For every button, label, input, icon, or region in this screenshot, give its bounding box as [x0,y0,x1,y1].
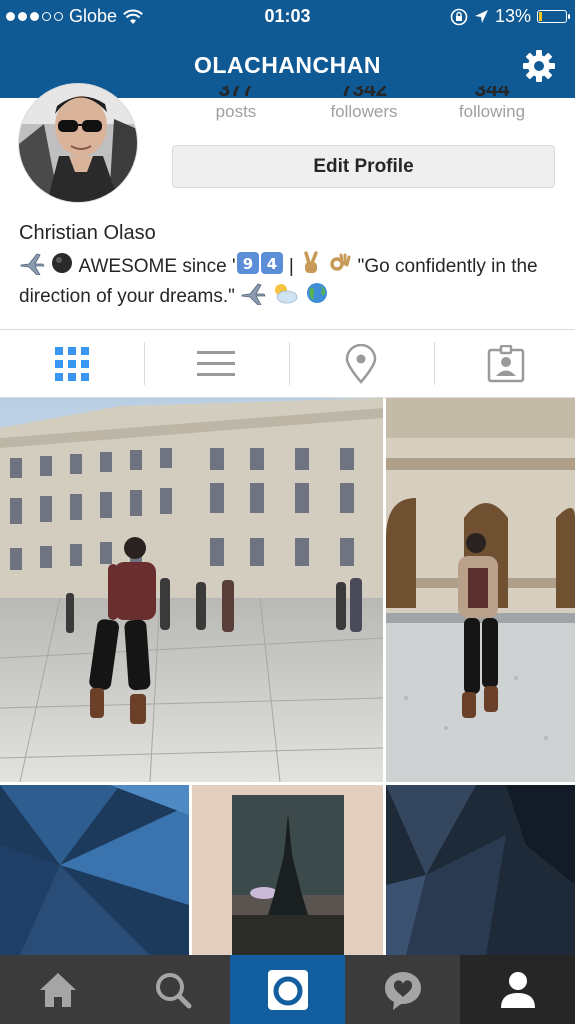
tab-tagged[interactable] [434,330,575,397]
bottom-tab-bar [0,955,575,1024]
posts-count: 377 [218,86,254,101]
followers-count: 7342 [340,86,388,101]
posts-label: posts [215,102,257,121]
tagged-photos-icon [487,344,525,382]
photo-eiffel-tower-image [192,785,383,955]
activity-heart-icon [384,971,421,1010]
list-icon [197,350,235,376]
photo-abstract-dark-image [386,785,575,955]
grid-photo-palace-doors[interactable] [386,398,575,782]
photo-abstract-blue-image [0,785,189,955]
page-title: OLACHANCHAN [194,52,381,78]
ok-hand-emoji-icon [330,253,351,271]
avatar-photo [19,84,137,202]
photo-grid [0,398,575,955]
search-icon [155,972,191,1008]
avatar[interactable] [18,83,138,203]
battery-percent: 13% [494,6,531,26]
keycap-nine-emoji-icon: 9 [236,252,259,274]
globe-emoji-icon [306,283,327,303]
sun-behind-cloud-emoji-icon [275,284,298,304]
tab-search[interactable] [115,955,230,1024]
profile-icon [500,971,535,1008]
battery-icon [537,10,570,23]
tab-activity[interactable] [345,955,460,1024]
profile-stats: 377 posts 7342 followers 344 following [172,86,556,132]
tab-profile[interactable] [460,955,575,1024]
view-tabs [0,330,575,397]
svg-text:9: 9 [242,255,252,273]
grid-photo-abstract-blue[interactable] [0,785,189,955]
followers-label: followers [330,102,398,121]
profile-bio: AWESOME since ' 9 4 | "Go confidently in t… [19,251,559,311]
status-bar: Globe 01:03 13% [0,0,575,32]
bio-separator: | [283,256,300,277]
black-circle-emoji-icon [52,253,73,273]
photo-palace-doors-image [386,398,575,782]
victory-hand-emoji-icon [304,251,318,273]
orientation-lock-icon [450,8,468,25]
following-count: 344 [474,86,510,101]
grid-photo-palace-jump[interactable] [0,398,383,782]
grid-photo-eiffel-tower[interactable] [192,785,383,955]
camera-icon [267,969,308,1010]
status-right: 13% [450,6,570,27]
airplane-emoji-icon [20,253,45,275]
tab-grid[interactable] [0,330,144,397]
tab-list[interactable] [144,330,288,397]
keycap-four-emoji-icon: 4 [260,252,283,274]
tab-camera[interactable] [230,955,345,1024]
grid-photo-abstract-dark[interactable] [386,785,575,955]
stat-posts[interactable]: 377 posts [172,86,300,122]
profile-name: Christian Olaso [19,222,156,244]
tab-home[interactable] [0,955,115,1024]
tab-map[interactable] [289,330,433,397]
location-pin-icon [345,343,377,384]
stat-following[interactable]: 344 following [428,86,556,122]
stat-followers[interactable]: 7342 followers [300,86,428,122]
photo-palace-jump-image [0,398,383,782]
bio-text-awesome: AWESOME since ' [78,256,236,277]
airplane-emoji-icon [241,283,266,305]
edit-profile-button[interactable]: Edit Profile [172,145,555,188]
location-arrow-icon [474,10,488,23]
home-icon [39,972,76,1007]
gear-icon[interactable] [521,48,557,84]
following-label: following [458,102,526,121]
grid-icon [55,346,89,381]
svg-text:4: 4 [266,255,276,273]
